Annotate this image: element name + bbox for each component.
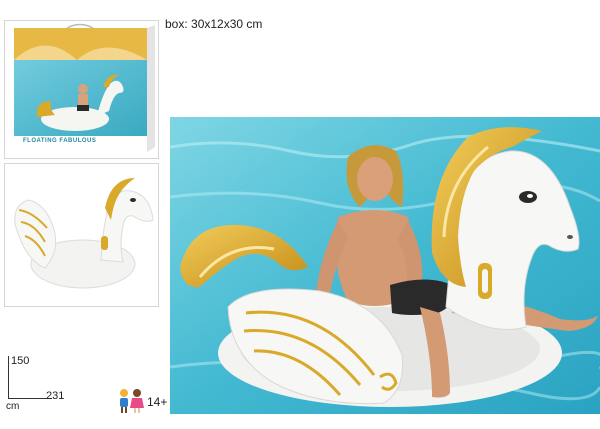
width-value: 231 — [46, 390, 65, 402]
main-product-photo — [170, 117, 600, 414]
product-image — [4, 163, 159, 307]
age-recommendation: 14+ — [116, 388, 176, 414]
height-axis-line — [8, 356, 9, 398]
age-label: 14+ — [147, 395, 168, 409]
box-dimensions: box: 30x12x30 cm — [165, 17, 263, 31]
brand-text: FLOATING FABULOUS — [23, 138, 97, 144]
height-value: 150 — [11, 355, 30, 367]
box-image: FLOATING FABULOUS — [4, 20, 159, 159]
size-indicator: 150 231 cm — [0, 352, 80, 414]
children-icon — [120, 389, 144, 413]
size-unit: cm — [6, 401, 20, 412]
